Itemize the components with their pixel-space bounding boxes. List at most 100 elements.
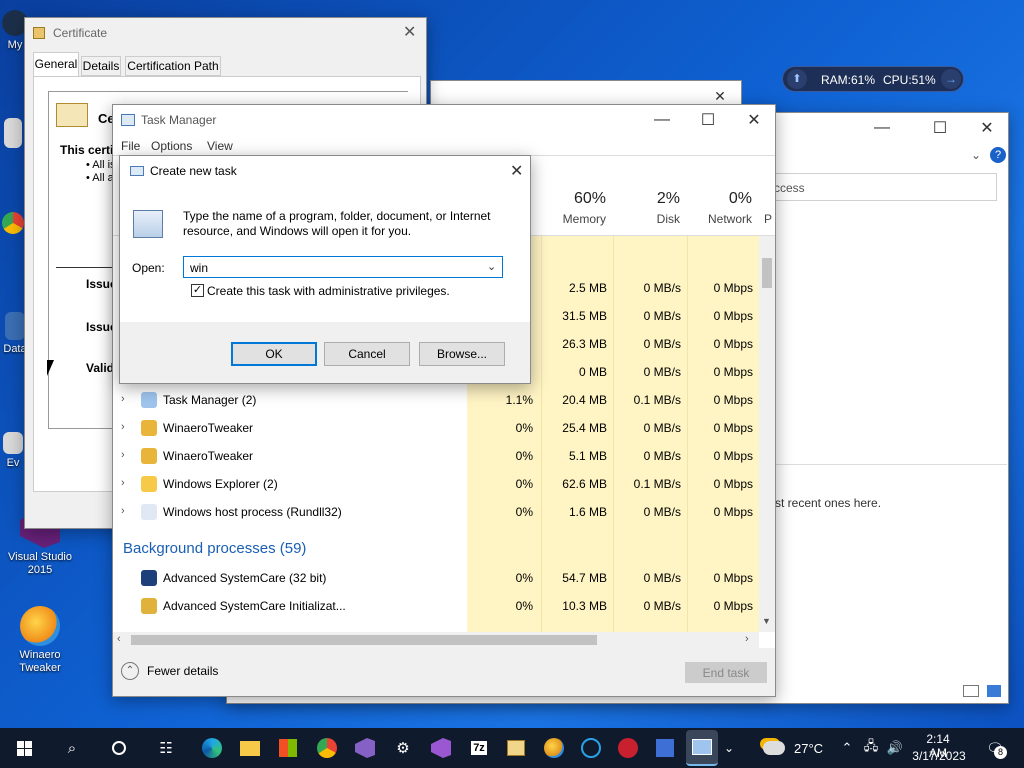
column-header-power[interactable]: P (764, 190, 776, 226)
expand-chevron-icon[interactable]: › (121, 393, 125, 405)
maximize-button[interactable]: ☐ (917, 113, 963, 143)
admin-checkbox[interactable]: ✓ (191, 284, 204, 297)
network-cell: 0 Mbps (713, 505, 753, 519)
visual-studio-icon[interactable] (351, 734, 379, 762)
dialog-description: Type the name of a program, folder, docu… (183, 209, 491, 238)
process-row[interactable]: › WinaeroTweaker 0% 25.4 MB 0 MB/s 0 Mbps (113, 414, 761, 442)
scroll-thumb[interactable] (131, 635, 597, 645)
chevron-down-icon[interactable]: ⌄ (487, 260, 496, 273)
weather-icon[interactable] (760, 734, 788, 762)
store-icon[interactable] (274, 734, 302, 762)
certificate-intro: This certi (60, 143, 114, 157)
search-icon[interactable]: ⌕ (58, 734, 86, 762)
7zip-icon[interactable]: 7z (465, 734, 493, 762)
process-row[interactable]: › Windows host process (Rundll32) 0% 1.6 MB… (113, 498, 761, 526)
task-manager-taskbar-icon[interactable] (686, 730, 718, 766)
desktop-icon-c[interactable] (0, 212, 26, 237)
cancel-button[interactable]: Cancel (324, 342, 410, 366)
expand-chevron-icon[interactable]: › (121, 449, 125, 461)
column-header-disk[interactable]: 2% Disk (614, 190, 680, 226)
arrow-right-icon[interactable]: → (941, 69, 961, 89)
minimize-button[interactable]: — (639, 105, 685, 135)
tab-general[interactable]: General (33, 52, 79, 76)
minimize-button[interactable]: — (859, 113, 905, 143)
network-cell: 0 Mbps (713, 337, 753, 351)
background-processes-header[interactable]: Background processes (59) (123, 540, 306, 557)
winaero-tweaker-icon[interactable] (540, 734, 568, 762)
maximize-button[interactable]: ☐ (685, 105, 731, 135)
column-header-memory[interactable]: 60% Memory (542, 190, 606, 226)
chrome-icon[interactable] (313, 734, 341, 762)
clock-date[interactable]: 3/17/2023 (910, 749, 968, 763)
visual-studio-blend-icon[interactable] (427, 734, 455, 762)
expand-chevron-icon[interactable]: › (121, 477, 125, 489)
details-view-icon[interactable] (963, 685, 979, 697)
memory-cell: 20.4 MB (562, 393, 607, 407)
expand-chevron-icon[interactable]: › (121, 505, 125, 517)
desktop-icon-winaero[interactable]: Winaero Tweaker (2, 606, 78, 675)
certificate-app-icon[interactable] (502, 734, 530, 762)
horizontal-scrollbar[interactable]: ‹ › (113, 632, 759, 648)
ram-usage: RAM:61% (821, 73, 876, 87)
scroll-thumb[interactable] (762, 258, 772, 288)
temperature[interactable]: 27°C (794, 741, 823, 756)
close-button[interactable]: ✕ (731, 105, 777, 135)
ok-button[interactable]: OK (231, 342, 317, 366)
edge-icon[interactable] (198, 734, 226, 762)
network-cell: 0 Mbps (713, 281, 753, 295)
menu-file[interactable]: File (121, 139, 140, 153)
browse-button[interactable]: Browse... (419, 342, 505, 366)
column-header-network[interactable]: 0% Network (688, 190, 752, 226)
process-row[interactable]: › Task Manager (2) 1.1% 20.4 MB 0.1 MB/s 0 Mb… (113, 386, 761, 414)
process-row[interactable]: › Windows Explorer (2) 0% 62.6 MB 0.1 MB/s 0 … (113, 470, 761, 498)
chevron-down-icon[interactable]: ⌄ (720, 734, 738, 762)
tab-details[interactable]: Details (81, 56, 121, 76)
cpu-cell: 1.1% (505, 393, 533, 407)
scroll-left-icon[interactable]: ‹ (117, 633, 121, 645)
close-button[interactable]: ✕ (510, 161, 523, 181)
close-button[interactable]: ✕ (403, 22, 416, 42)
large-icons-view-icon[interactable] (987, 685, 1001, 697)
desktop-icon-ev[interactable]: Ev (0, 432, 26, 470)
advanced-systemcare-icon[interactable] (614, 734, 642, 762)
settings-gear-icon[interactable]: ⚙ (389, 734, 417, 762)
open-input-value[interactable]: win (190, 261, 208, 275)
volume-icon[interactable]: 🔊 (884, 734, 906, 762)
admin-checkbox-label[interactable]: Create this task with administrative pri… (207, 284, 450, 298)
tab-certification-path[interactable]: Certification Path (125, 56, 221, 76)
menu-view[interactable]: View (207, 139, 233, 153)
file-explorer-icon[interactable] (236, 734, 264, 762)
start-windows-icon[interactable] (10, 734, 38, 762)
vertical-scrollbar[interactable]: ▼ (759, 236, 775, 632)
search-input[interactable]: ccess (767, 173, 997, 201)
chevron-down-icon[interactable]: ⌄ (971, 148, 981, 162)
close-button[interactable]: ✕ (964, 113, 1010, 143)
cpu-usage: CPU:51% (883, 73, 936, 87)
process-row[interactable]: › WinaeroTweaker 0% 5.1 MB 0 MB/s 0 Mbps (113, 442, 761, 470)
network-cell: 0 Mbps (713, 571, 753, 585)
chevron-up-icon[interactable]: ⌃ (838, 734, 856, 762)
remote-desktop-icon[interactable] (651, 734, 679, 762)
power-label: P (764, 212, 773, 226)
menu-options[interactable]: Options (151, 139, 192, 153)
background-process-row[interactable]: Advanced SystemCare (32 bit) 0% 54.7 MB 0 M… (113, 564, 761, 592)
background-process-row[interactable]: Advanced SystemCare Initializat... 0% 10.3… (113, 592, 761, 620)
windows-explorer-icon (141, 476, 157, 492)
system-monitor-widget[interactable]: ⬆ RAM:61% CPU:51% → (782, 66, 964, 92)
memory-cell: 1.6 MB (568, 505, 607, 519)
end-task-button[interactable]: End task (685, 662, 767, 683)
task-view-icon[interactable]: ☷ (152, 734, 180, 762)
open-combobox[interactable]: win ⌄ (183, 256, 503, 278)
notifications-icon[interactable]: 🗨 8 (982, 734, 1008, 762)
desktop-icon-r[interactable] (0, 118, 26, 151)
cortana-icon[interactable] (105, 734, 133, 762)
scroll-right-icon[interactable]: › (745, 633, 749, 645)
ccleaner-icon[interactable] (577, 734, 605, 762)
scroll-down-icon[interactable]: ▼ (762, 616, 771, 626)
expand-chevron-icon[interactable]: › (121, 421, 125, 433)
app-icon (4, 118, 22, 148)
network-icon[interactable]: 🖧 (860, 734, 882, 762)
memory-cell: 31.5 MB (562, 309, 607, 323)
desktop-icon-label: Ev (6, 457, 20, 469)
help-icon[interactable]: ? (990, 147, 1006, 163)
